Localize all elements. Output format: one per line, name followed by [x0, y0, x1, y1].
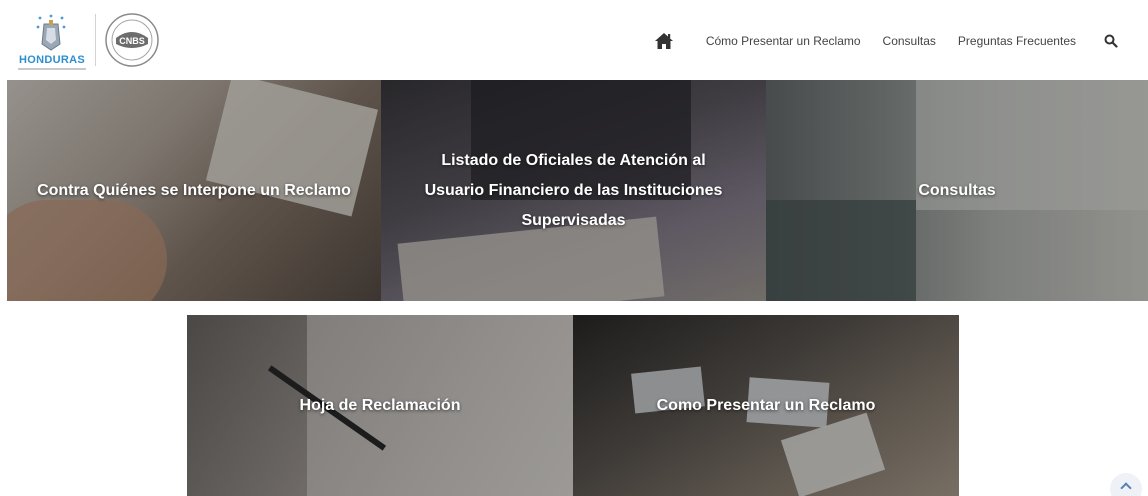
tile-label: Listado de Oficiales de Atención al Usua… [424, 151, 723, 229]
tile-consultas[interactable]: Consultas [766, 80, 1148, 301]
home-icon[interactable] [654, 31, 674, 51]
honduras-crest-icon [36, 14, 66, 51]
tile-hoja-reclamacion[interactable]: Hoja de Reclamación [187, 315, 573, 496]
cnbs-seal-logo[interactable]: CNBS [104, 12, 160, 68]
search-icon[interactable] [1104, 34, 1118, 48]
site-header: HONDURAS CNBS Cómo Presentar un Reclamo … [0, 0, 1148, 80]
tile-como-presentar[interactable]: Como Presentar un Reclamo [573, 315, 959, 496]
nav-item-preguntas-frecuentes[interactable]: Preguntas Frecuentes [958, 34, 1076, 48]
main-nav: Cómo Presentar un Reclamo Consultas Preg… [654, 30, 1118, 52]
logo-tagline-bar [18, 68, 86, 70]
chevron-up-icon [1120, 482, 1132, 494]
logo-text: HONDURAS [19, 54, 85, 66]
nav-item-consultas[interactable]: Consultas [883, 34, 936, 48]
tile-label: Como Presentar un Reclamo [656, 396, 876, 414]
nav-item-como-presentar[interactable]: Cómo Presentar un Reclamo [706, 34, 861, 48]
logo-divider [95, 14, 96, 66]
honduras-logo[interactable]: HONDURAS [14, 10, 90, 72]
tile-listado-oficiales[interactable]: Listado de Oficiales de Atención al Usua… [381, 80, 766, 301]
tile-label: Consultas [918, 181, 996, 199]
tile-label: Hoja de Reclamación [299, 396, 461, 414]
scroll-to-top-button[interactable] [1110, 473, 1142, 496]
tile-label: Contra Quiénes se Interpone un Reclamo [37, 181, 351, 199]
tile-contra-quienes[interactable]: Contra Quiénes se Interpone un Reclamo [7, 80, 381, 301]
cnbs-logo-text: CNBS [119, 36, 145, 46]
